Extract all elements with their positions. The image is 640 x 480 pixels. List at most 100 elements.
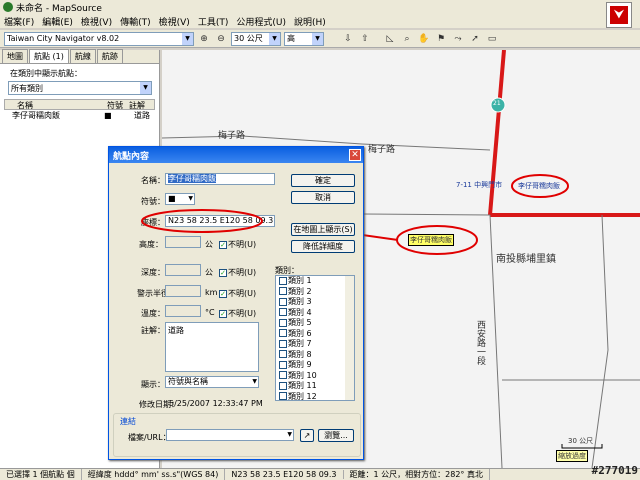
checkbox-icon xyxy=(279,339,287,348)
temperature-label: 溫度： xyxy=(141,309,165,318)
download-button[interactable]: ⮟ xyxy=(606,2,632,28)
scale-label: 30 公尺 xyxy=(568,437,594,445)
list-item[interactable]: 類別 2 xyxy=(276,287,354,298)
status-format: 經緯度 hddd° mm' ss.s"(WGS 84) xyxy=(82,469,226,480)
select-tool-icon[interactable]: ◺ xyxy=(383,32,397,46)
open-link-icon[interactable]: ↗ xyxy=(300,429,314,442)
window-title: 未命名 - MapSource xyxy=(16,3,102,14)
chevron-down-icon: ▼ xyxy=(287,431,292,438)
list-item[interactable]: 類別 4 xyxy=(276,308,354,319)
browse-button[interactable]: 瀏覽... xyxy=(318,429,354,442)
name-label: 名稱： xyxy=(141,176,165,185)
tab-tracks[interactable]: 航跡 xyxy=(96,49,123,63)
zoom-select[interactable]: 30 公尺 ▼ xyxy=(231,31,281,46)
zoom-out-icon[interactable]: ⊖ xyxy=(214,32,228,46)
chevron-down-icon: ▼ xyxy=(188,195,193,202)
column-comment[interactable]: 註解 xyxy=(123,100,145,110)
poi-store-label[interactable]: 7-11 中興門市 xyxy=(456,180,502,190)
list-item[interactable]: 類別 9 xyxy=(276,360,354,371)
modified-value: 5/25/2007 12:33:47 PM xyxy=(169,399,263,408)
list-item[interactable]: 類別 8 xyxy=(276,350,354,361)
menu-transfer[interactable]: 傳輸(T) xyxy=(116,15,155,28)
temperature-unknown-check[interactable]: ✓ 不明(U) xyxy=(219,308,256,319)
ok-button[interactable]: 確定 xyxy=(291,174,355,187)
hand-tool-icon[interactable]: ✋ xyxy=(417,32,431,46)
menu-tools[interactable]: 工具(T) xyxy=(194,15,233,28)
show-on-map-button[interactable]: 在地圖上顯示(S) xyxy=(291,223,355,236)
chevron-down-icon: ▼ xyxy=(182,32,193,45)
measure-tool-icon[interactable]: ▭ xyxy=(485,32,499,46)
chevron-down-icon: ▼ xyxy=(140,82,151,94)
receive-icon[interactable]: ⇩ xyxy=(341,32,355,46)
checkbox-icon xyxy=(279,360,287,369)
tab-maps[interactable]: 地圖 xyxy=(2,49,28,63)
overzoom-label: 縮放過度 xyxy=(556,450,588,462)
product-select[interactable]: Taiwan City Navigator v8.02 ▼ xyxy=(4,31,194,46)
file-url-field[interactable]: ▼ xyxy=(166,429,294,441)
chevron-down-icon: ▼ xyxy=(269,32,280,45)
route-tool-icon[interactable]: ⤳ xyxy=(451,32,465,46)
checkbox-icon xyxy=(279,318,287,327)
checkmark-icon: ✓ xyxy=(219,268,227,277)
list-item[interactable]: 類別 5 xyxy=(276,318,354,329)
road-label: 梅子路 xyxy=(368,145,396,155)
pointer-icon[interactable]: ➚ xyxy=(468,32,482,46)
menu-edit[interactable]: 編輯(E) xyxy=(38,15,77,28)
cancel-button[interactable]: 取消 xyxy=(291,191,355,204)
symbol-label: 符號： xyxy=(141,197,165,206)
categories-scrollbar[interactable] xyxy=(345,276,354,400)
proximity-field[interactable] xyxy=(165,285,201,297)
chevron-down-icon: ▼ xyxy=(252,378,257,385)
category-filter-select[interactable]: 所有類別 ▼ xyxy=(8,81,152,95)
detail-select[interactable]: 高 ▼ xyxy=(284,31,324,46)
waypoint-properties-dialog: 航點內容 ✕ 名稱： 李仔哥糯肉飯 符號： ■ ▼ 座標： N23 58 23.5… xyxy=(108,146,364,460)
status-selected: 已選擇 1 個航點 個 xyxy=(0,469,82,480)
selected-waypoint-label[interactable]: 李仔哥糯肉飯 xyxy=(408,234,454,246)
reduce-detail-button[interactable]: 降低詳細度 xyxy=(291,240,355,253)
road-label: 西安路一段 xyxy=(475,320,485,365)
send-icon[interactable]: ⇧ xyxy=(358,32,372,46)
menu-view[interactable]: 檢視(V) xyxy=(77,15,116,28)
altitude-unknown-check[interactable]: ✓ 不明(U) xyxy=(219,239,256,250)
checkbox-icon xyxy=(279,381,287,390)
list-item[interactable]: 類別 6 xyxy=(276,329,354,340)
list-item[interactable]: 類別 10 xyxy=(276,371,354,382)
symbol-select[interactable]: ■ ▼ xyxy=(165,193,195,205)
tab-routes[interactable]: 航線 xyxy=(69,49,96,63)
categories-list[interactable]: 類別 1 類別 2 類別 3 類別 4 類別 5 類別 6 類別 7 類別 8 … xyxy=(275,275,355,401)
menu-utilities[interactable]: 公用程式(U) xyxy=(232,15,290,28)
depth-field[interactable] xyxy=(165,264,201,276)
toolbar: Taiwan City Navigator v8.02 ▼ ⊕ ⊖ 30 公尺 ▼ … xyxy=(0,30,640,48)
poi-waypoint-label[interactable]: 李仔哥糯肉飯 xyxy=(518,181,560,191)
checkmark-icon: ✓ xyxy=(219,289,227,298)
proximity-unknown-check[interactable]: ✓ 不明(U) xyxy=(219,288,256,299)
menu-file[interactable]: 檔案(F) xyxy=(0,15,38,28)
road-label: 梅子路 xyxy=(218,131,246,141)
file-url-label: 檔案/URL： xyxy=(128,433,171,442)
menu-view2[interactable]: 檢視(V) xyxy=(155,15,194,28)
column-name[interactable]: 名稱 xyxy=(5,100,93,110)
list-item[interactable]: 類別 1 xyxy=(276,276,354,287)
list-item[interactable]: 類別 12 xyxy=(276,392,354,400)
checkbox-icon xyxy=(279,329,287,337)
links-group: 連結 檔案/URL： ▼ ↗ 瀏覽... xyxy=(113,413,361,457)
name-field[interactable]: 李仔哥糯肉飯 xyxy=(165,173,275,185)
column-symbol[interactable]: 符號 xyxy=(93,100,123,110)
menu-help[interactable]: 說明(H) xyxy=(290,15,330,28)
altitude-field[interactable] xyxy=(165,236,201,248)
close-icon[interactable]: ✕ xyxy=(349,149,361,161)
depth-unknown-check[interactable]: ✓ 不明(U) xyxy=(219,267,256,278)
tab-waypoints[interactable]: 航點 (1) xyxy=(29,49,69,63)
list-item[interactable]: 類別 11 xyxy=(276,381,354,392)
list-item[interactable]: 類別 7 xyxy=(276,339,354,350)
app-icon xyxy=(3,2,13,12)
list-item[interactable]: 類別 3 xyxy=(276,297,354,308)
display-select[interactable]: 符號與名稱 ▼ xyxy=(165,376,259,388)
zoom-tool-icon[interactable]: ⌕ xyxy=(400,32,414,46)
zoom-in-icon[interactable]: ⊕ xyxy=(197,32,211,46)
table-row[interactable]: 李仔哥糯肉飯 ■ 道路 xyxy=(4,110,155,120)
map-road-grey xyxy=(591,214,609,468)
temperature-field[interactable] xyxy=(165,305,201,317)
waypoint-tool-icon[interactable]: ⚑ xyxy=(434,32,448,46)
comment-field[interactable]: 道路 xyxy=(165,322,259,372)
